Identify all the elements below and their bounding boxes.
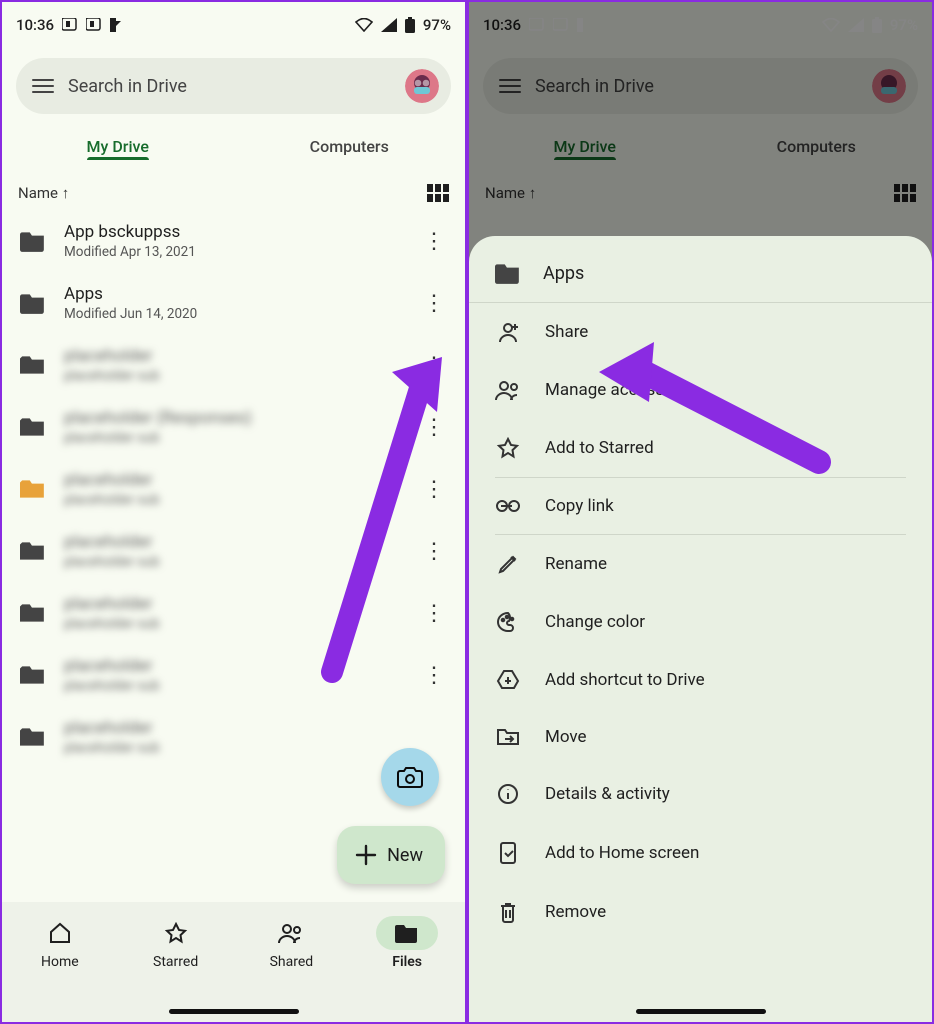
more-icon[interactable]: ⋮ [419, 229, 449, 254]
menu-icon[interactable] [32, 79, 54, 93]
sheet-add-home[interactable]: Add to Home screen [469, 823, 932, 883]
folder-icon [18, 664, 48, 686]
list-item[interactable]: placeholderplaceholder sub ⋮ [8, 458, 459, 520]
list-item[interactable]: Apps Modified Jun 14, 2020 ⋮ [8, 272, 459, 334]
list-item[interactable]: placeholderplaceholder sub ⋮ [8, 644, 459, 706]
tab-my-drive[interactable]: My Drive [2, 137, 234, 156]
phone-right: 10:36 97% Search in Drive My Drive Compu… [467, 0, 934, 1024]
folder-icon [18, 292, 48, 314]
camera-icon [397, 766, 423, 788]
palette-icon [495, 611, 521, 633]
phone-left: 10:36 97% Sea [0, 0, 467, 1024]
folder-icon [18, 726, 48, 748]
signal-icon [381, 18, 397, 32]
folder-icon [18, 354, 48, 376]
sheet-manage-access[interactable]: Manage access [469, 361, 932, 419]
nav-files[interactable]: Files [349, 916, 465, 1022]
trash-icon [495, 901, 521, 923]
people-icon [278, 922, 304, 944]
sheet-add-shortcut[interactable]: Add shortcut to Drive [469, 651, 932, 709]
more-icon[interactable]: ⋮ [419, 601, 449, 626]
sheet-title: Apps [543, 263, 584, 284]
sheet-share[interactable]: Share [469, 303, 932, 361]
sort-by-name[interactable]: Name ↑ [18, 184, 69, 202]
pencil-icon [495, 553, 521, 575]
star-icon [495, 437, 521, 459]
sheet-copy-link[interactable]: Copy link [469, 478, 932, 534]
status-bar: 10:36 97% [2, 2, 465, 48]
wifi-icon [355, 18, 373, 32]
folder-icon [18, 416, 48, 438]
status-icon-3 [110, 18, 122, 32]
new-fab[interactable]: New [337, 826, 445, 884]
sheet-change-color[interactable]: Change color [469, 593, 932, 651]
bottom-sheet: Apps Share Manage access Add to Starred [469, 236, 932, 1022]
sheet-rename[interactable]: Rename [469, 535, 932, 593]
camera-fab[interactable] [381, 748, 439, 806]
list-item[interactable]: placeholder (Responses)placeholder sub ⋮ [8, 396, 459, 458]
file-list: App bsckuppss Modified Apr 13, 2021 ⋮ Ap… [2, 210, 465, 768]
people-icon [495, 379, 521, 401]
tab-computers[interactable]: Computers [234, 137, 466, 156]
file-name: Apps [64, 284, 403, 304]
add-to-home-icon [495, 841, 521, 865]
more-icon[interactable]: ⋮ [419, 353, 449, 378]
home-icon [48, 922, 72, 944]
sheet-header: Apps [469, 242, 932, 303]
info-icon [495, 783, 521, 805]
new-label: New [387, 845, 423, 866]
list-item[interactable]: placeholderplaceholder sub ⋮ [8, 334, 459, 396]
more-icon[interactable]: ⋮ [419, 477, 449, 502]
battery-icon [405, 17, 415, 33]
star-icon [164, 922, 188, 944]
folder-icon [18, 230, 48, 252]
search-placeholder: Search in Drive [68, 76, 391, 97]
more-icon[interactable]: ⋮ [419, 539, 449, 564]
more-icon[interactable]: ⋮ [419, 415, 449, 440]
folder-icon [495, 262, 521, 284]
grid-view-icon[interactable] [427, 184, 449, 202]
person-add-icon [495, 321, 521, 343]
arrow-up-icon: ↑ [62, 184, 70, 202]
tabs: My Drive Computers [2, 120, 465, 172]
clock: 10:36 [16, 16, 54, 34]
nav-handle[interactable] [636, 1009, 766, 1014]
folder-icon [18, 540, 48, 562]
status-icon-2 [86, 18, 102, 32]
nav-home[interactable]: Home [2, 916, 118, 1022]
list-item[interactable]: App bsckuppss Modified Apr 13, 2021 ⋮ [8, 210, 459, 272]
folder-icon [395, 923, 419, 943]
nav-shared[interactable]: Shared [234, 916, 350, 1022]
battery-pct: 97% [423, 16, 451, 34]
sheet-move[interactable]: Move [469, 709, 932, 765]
more-icon[interactable]: ⋮ [419, 291, 449, 316]
folder-icon [18, 602, 48, 624]
avatar[interactable] [405, 69, 439, 103]
list-item[interactable]: placeholderplaceholder sub ⋮ [8, 582, 459, 644]
folder-icon [18, 478, 48, 500]
file-sub: Modified Jun 14, 2020 [64, 306, 403, 322]
plus-icon [355, 844, 377, 866]
drive-shortcut-icon [495, 669, 521, 691]
sort-label: Name [18, 184, 58, 202]
more-icon[interactable]: ⋮ [419, 663, 449, 688]
nav-starred[interactable]: Starred [118, 916, 234, 1022]
nav-handle[interactable] [169, 1009, 299, 1014]
link-icon [495, 499, 521, 513]
bottom-nav: Home Starred Shared Files [2, 902, 465, 1022]
sheet-add-starred[interactable]: Add to Starred [469, 419, 932, 477]
file-sub: Modified Apr 13, 2021 [64, 244, 403, 260]
list-item[interactable]: placeholderplaceholder sub ⋮ [8, 520, 459, 582]
status-icon-1 [62, 18, 78, 32]
file-name: App bsckuppss [64, 222, 403, 242]
search-bar[interactable]: Search in Drive [16, 58, 451, 114]
move-icon [495, 727, 521, 747]
sheet-details[interactable]: Details & activity [469, 765, 932, 823]
sheet-remove[interactable]: Remove [469, 883, 932, 941]
